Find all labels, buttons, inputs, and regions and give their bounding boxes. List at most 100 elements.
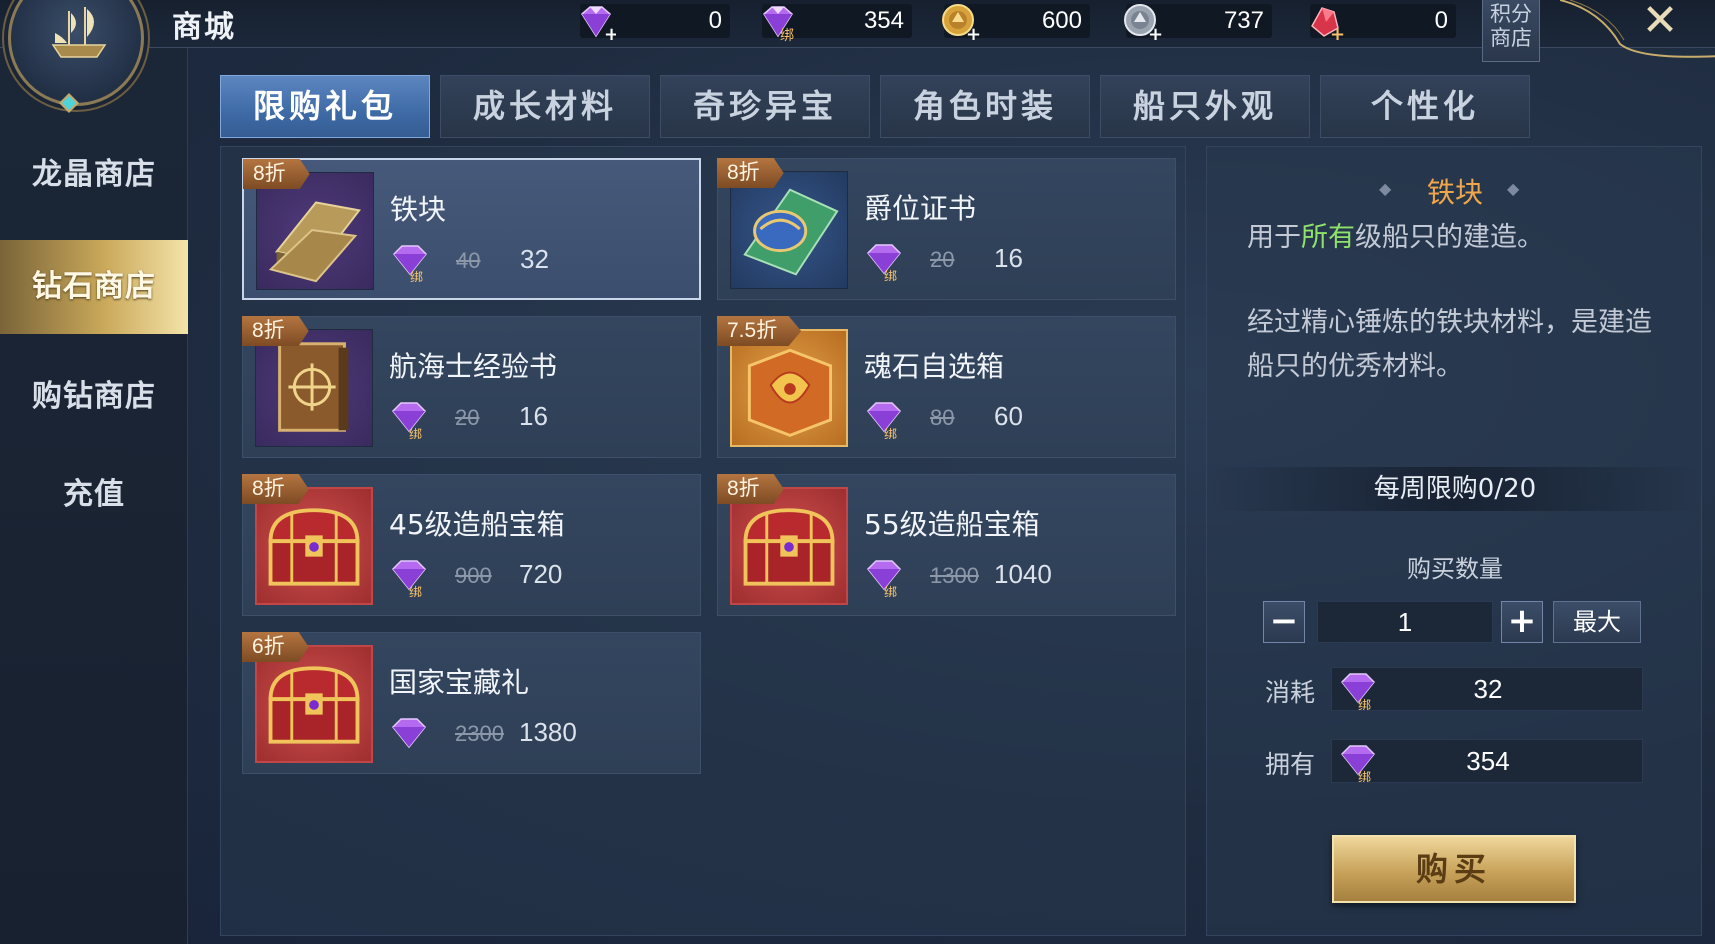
points-shop-button[interactable]: 积分商店 bbox=[1482, 0, 1540, 62]
item-list: 8折 铁块 绑 40 32 8折 爵位证书 绑 20 16 8折 航海士经验书 … bbox=[220, 146, 1186, 936]
item-name: 国家宝藏礼 bbox=[389, 666, 530, 699]
sidebar: 龙晶商店 钻石商店 购钻商店 充值 bbox=[0, 48, 188, 944]
increase-button[interactable]: + bbox=[1501, 601, 1543, 643]
currency-value: 0 bbox=[1434, 7, 1448, 34]
max-button[interactable]: 最大 bbox=[1553, 601, 1641, 643]
treasure-chest-icon bbox=[730, 487, 848, 605]
soulstone-box-icon bbox=[730, 329, 848, 447]
currency-value: 600 bbox=[1041, 7, 1082, 34]
price-row: 绑 900 720 bbox=[389, 557, 689, 597]
item-name: 航海士经验书 bbox=[389, 350, 558, 383]
shop-item-card[interactable]: 8折 爵位证书 绑 20 16 bbox=[717, 158, 1176, 300]
item-detail-panel: ◆ 铁块 ◆ 用于所有级船只的建造。 经过精心锤炼的铁块材料，是建造船只的优秀材… bbox=[1206, 146, 1703, 936]
currency-diamond[interactable]: + 0 bbox=[580, 4, 730, 42]
top-bar: 商城 + 0 绑 354 + 600 + 737 + 0 积分商店 ✕ bbox=[0, 0, 1715, 62]
svg-text:+: + bbox=[604, 24, 616, 42]
price-row: 绑 20 16 bbox=[864, 241, 1164, 281]
diamond-icon: + bbox=[581, 6, 616, 42]
tab-personalization[interactable]: 个性化 bbox=[1320, 75, 1530, 138]
gold-coin-icon: + bbox=[942, 4, 980, 42]
detail-usage: 用于所有级船只的建造。 bbox=[1247, 222, 1544, 253]
price-row: 2300 1380 bbox=[389, 715, 689, 751]
certificate-icon bbox=[730, 171, 848, 289]
page-title: 商城 bbox=[172, 10, 236, 45]
discount-tag: 8折 bbox=[242, 474, 309, 504]
original-price: 20 bbox=[455, 405, 480, 430]
bound-diamond-icon: 绑 bbox=[391, 402, 427, 439]
diamond-icon bbox=[391, 718, 427, 749]
detail-description: 经过精心锤炼的铁块材料，是建造船只的优秀材料。 bbox=[1247, 307, 1652, 382]
ruby-icon: + bbox=[1311, 7, 1345, 42]
bound-diamond-icon: 绑 bbox=[763, 6, 794, 42]
highlight-text: 所有 bbox=[1301, 222, 1355, 253]
currency-bound-diamond[interactable]: 绑 354 bbox=[762, 4, 912, 42]
original-price: 40 bbox=[456, 248, 481, 273]
shop-screen: 商城 + 0 绑 354 + 600 + 737 + 0 积分商店 ✕ 龙晶商店… bbox=[0, 0, 1715, 944]
shop-item-card[interactable]: 8折 铁块 绑 40 32 bbox=[242, 158, 701, 300]
tab-limited-packs[interactable]: 限购礼包 bbox=[220, 75, 430, 138]
iron-ingot-icon bbox=[256, 172, 374, 290]
owned-label: 拥有 bbox=[1265, 750, 1316, 779]
discount-tag: 8折 bbox=[717, 158, 784, 188]
svg-text:绑: 绑 bbox=[884, 428, 897, 439]
owned-value: 354 bbox=[1466, 746, 1510, 776]
close-icon[interactable]: ✕ bbox=[1630, 0, 1690, 46]
price-row: 绑 80 60 bbox=[864, 399, 1164, 439]
discount-tag: 8折 bbox=[243, 159, 310, 189]
discount-tag: 6折 bbox=[242, 632, 309, 662]
discount-tag: 8折 bbox=[717, 474, 784, 504]
item-name: 爵位证书 bbox=[864, 192, 977, 225]
sidebar-item-buy-diamond-shop[interactable]: 购钻商店 bbox=[0, 350, 188, 444]
sale-price: 720 bbox=[519, 559, 563, 589]
price-row: 绑 40 32 bbox=[390, 242, 690, 282]
sale-price: 16 bbox=[519, 401, 548, 431]
shop-item-card[interactable]: 8折 航海士经验书 绑 20 16 bbox=[242, 316, 701, 458]
item-name: 魂石自选箱 bbox=[864, 350, 1005, 383]
currency-value: 737 bbox=[1223, 7, 1264, 34]
detail-title: 铁块 bbox=[1426, 176, 1483, 209]
decrease-button[interactable]: − bbox=[1263, 601, 1305, 643]
buy-button[interactable]: 购买 bbox=[1332, 835, 1576, 903]
item-name: 45级造船宝箱 bbox=[389, 508, 565, 541]
silver-coin-icon: + bbox=[1124, 4, 1162, 42]
item-name: 铁块 bbox=[390, 193, 447, 226]
tab-ship-appearance[interactable]: 船只外观 bbox=[1100, 75, 1310, 138]
currency-gold[interactable]: + 600 bbox=[942, 4, 1090, 42]
cost-box: 绑 32 bbox=[1331, 667, 1643, 711]
sale-price: 1040 bbox=[994, 559, 1052, 589]
svg-text:绑: 绑 bbox=[780, 28, 794, 42]
tab-character-outfits[interactable]: 角色时装 bbox=[880, 75, 1090, 138]
diamond-ornament-icon: ◆ bbox=[1507, 179, 1520, 198]
treasure-chest-icon bbox=[255, 645, 373, 763]
bound-diamond-icon: 绑 bbox=[391, 560, 427, 597]
bound-diamond-icon: 绑 bbox=[866, 560, 902, 597]
item-name: 55级造船宝箱 bbox=[864, 508, 1040, 541]
sidebar-item-recharge[interactable]: 充值 bbox=[0, 448, 188, 542]
bound-diamond-icon: 绑 bbox=[392, 245, 428, 282]
treasure-chest-icon bbox=[255, 487, 373, 605]
original-price: 80 bbox=[930, 405, 955, 430]
currency-value: 354 bbox=[863, 7, 904, 34]
bound-diamond-icon: 绑 bbox=[866, 244, 902, 281]
shop-item-card[interactable]: 7.5折 魂石自选箱 绑 80 60 bbox=[717, 316, 1176, 458]
sale-price: 60 bbox=[994, 401, 1023, 431]
svg-text:绑: 绑 bbox=[410, 271, 423, 282]
sidebar-item-dragon-crystal-shop[interactable]: 龙晶商店 bbox=[0, 128, 188, 222]
tab-rare-treasures[interactable]: 奇珍异宝 bbox=[660, 75, 870, 138]
price-row: 绑 20 16 bbox=[389, 399, 689, 439]
original-price: 1300 bbox=[930, 563, 979, 588]
quantity-input[interactable]: 1 bbox=[1317, 601, 1493, 643]
currency-ruby[interactable]: + 0 bbox=[1310, 4, 1456, 42]
shop-item-card[interactable]: 8折 45级造船宝箱 绑 900 720 bbox=[242, 474, 701, 616]
sale-price: 1380 bbox=[519, 717, 577, 747]
owned-box: 绑 354 bbox=[1331, 739, 1643, 783]
quantity-label: 购买数量 bbox=[1407, 555, 1503, 583]
shop-item-card[interactable]: 6折 国家宝藏礼 2300 1380 bbox=[242, 632, 701, 774]
svg-text:+: + bbox=[1148, 24, 1162, 42]
svg-text:绑: 绑 bbox=[409, 428, 422, 439]
cost-value: 32 bbox=[1473, 674, 1503, 704]
shop-item-card[interactable]: 8折 55级造船宝箱 绑 1300 1040 bbox=[717, 474, 1176, 616]
currency-silver[interactable]: + 737 bbox=[1124, 4, 1272, 42]
sidebar-item-diamond-shop[interactable]: 钻石商店 bbox=[0, 240, 188, 334]
tab-growth-materials[interactable]: 成长材料 bbox=[440, 75, 650, 138]
